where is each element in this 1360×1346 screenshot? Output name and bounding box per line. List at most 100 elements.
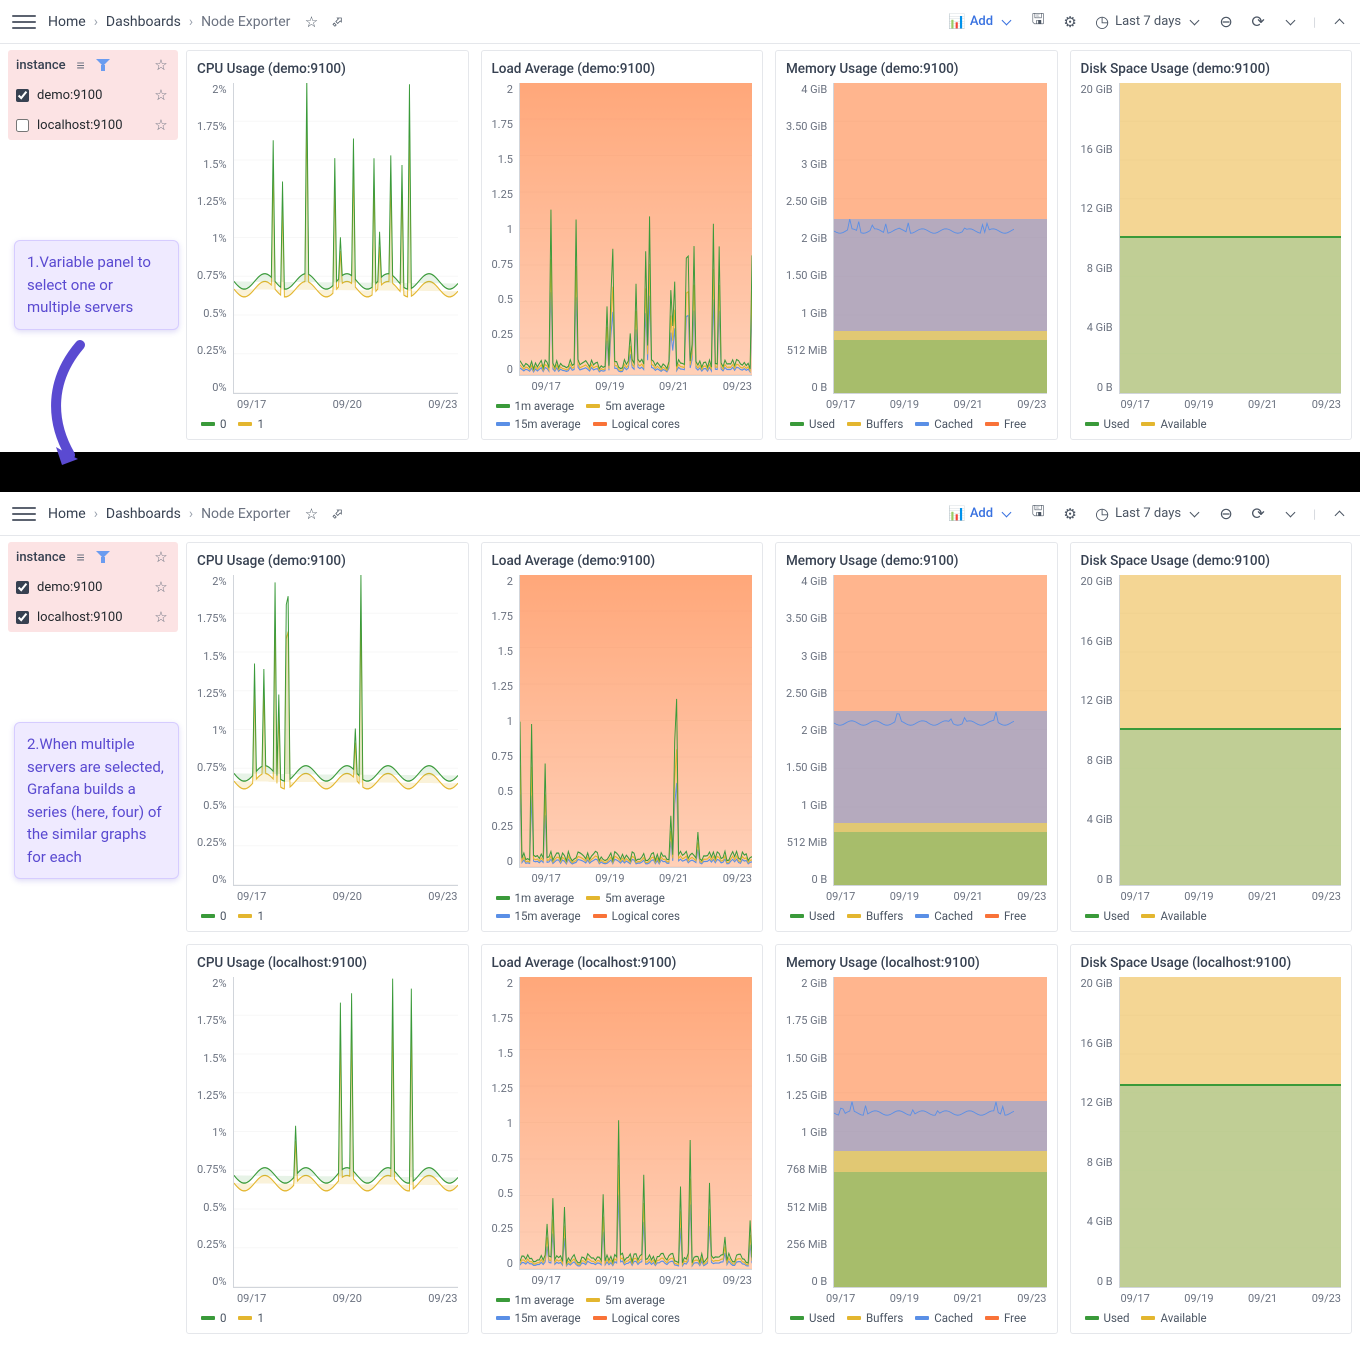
plot-area[interactable] — [833, 575, 1046, 886]
panel-disk[interactable]: Disk Space Usage (demo:9100) 20 GiB16 Gi… — [1070, 50, 1353, 440]
legend-item[interactable]: 1m average — [496, 891, 575, 905]
panel-mem[interactable]: Memory Usage (demo:9100) 4 GiB3.50 GiB3 … — [775, 542, 1058, 932]
legend-item[interactable]: Cached — [915, 1311, 973, 1325]
legend-item[interactable]: Used — [1085, 909, 1130, 923]
star-icon[interactable] — [152, 116, 170, 134]
panel-mem[interactable]: Memory Usage (demo:9100) 4 GiB3.50 GiB3 … — [775, 50, 1058, 440]
collapse-icon[interactable] — [1330, 505, 1348, 523]
breadcrumb-dashboards[interactable]: Dashboards — [106, 14, 181, 30]
plot-area[interactable] — [1119, 977, 1341, 1288]
legend-item[interactable]: Free — [985, 417, 1026, 431]
star-icon[interactable] — [302, 13, 320, 31]
legend-item[interactable]: 1 — [238, 1311, 263, 1325]
legend-item[interactable]: Used — [790, 1311, 835, 1325]
filter-icon[interactable] — [96, 551, 110, 563]
star-icon[interactable] — [152, 578, 170, 596]
legend-item[interactable]: Used — [790, 417, 835, 431]
save-icon[interactable] — [1029, 505, 1047, 523]
zoom-out-icon[interactable] — [1217, 505, 1235, 523]
legend-item[interactable]: 0 — [201, 1311, 226, 1325]
variable-checkbox[interactable] — [16, 611, 29, 624]
legend-item[interactable]: 5m average — [586, 1293, 665, 1307]
variable-option[interactable]: localhost:9100 — [8, 602, 178, 632]
legend-item[interactable]: Free — [985, 909, 1026, 923]
legend-item[interactable]: Buffers — [847, 909, 903, 923]
panel-load[interactable]: Load Average (demo:9100) 21.751.51.2510.… — [481, 50, 764, 440]
legend-item[interactable]: Logical cores — [593, 417, 680, 431]
variable-option[interactable]: demo:9100 — [8, 80, 178, 110]
plot-area[interactable] — [233, 575, 458, 886]
legend-item[interactable]: 1m average — [496, 399, 575, 413]
legend-item[interactable]: Used — [1085, 417, 1130, 431]
star-icon[interactable] — [152, 86, 170, 104]
breadcrumb-home[interactable]: Home — [48, 14, 86, 30]
legend-item[interactable]: Available — [1141, 417, 1206, 431]
variable-option[interactable]: demo:9100 — [8, 572, 178, 602]
time-range-button[interactable]: Last 7 days — [1093, 13, 1203, 31]
legend-item[interactable]: 1 — [238, 417, 263, 431]
menu-icon[interactable] — [12, 10, 36, 34]
legend-item[interactable]: 1m average — [496, 1293, 575, 1307]
add-button[interactable]: 📊 Add — [948, 13, 1015, 31]
legend-item[interactable]: Free — [985, 1311, 1026, 1325]
legend-item[interactable]: 15m average — [496, 1311, 581, 1325]
breadcrumb-dashboards[interactable]: Dashboards — [106, 506, 181, 522]
legend-item[interactable]: 15m average — [496, 417, 581, 431]
refresh-interval-chevron[interactable] — [1281, 505, 1299, 523]
panel-mem[interactable]: Memory Usage (localhost:9100) 2 GiB1.75 … — [775, 944, 1058, 1334]
share-icon[interactable] — [328, 13, 346, 31]
settings-icon[interactable] — [1061, 13, 1079, 31]
variable-checkbox[interactable] — [16, 581, 29, 594]
legend-item[interactable]: Available — [1141, 909, 1206, 923]
legend-item[interactable]: Buffers — [847, 1311, 903, 1325]
panel-disk[interactable]: Disk Space Usage (demo:9100) 20 GiB16 Gi… — [1070, 542, 1353, 932]
legend-item[interactable]: Used — [1085, 1311, 1130, 1325]
refresh-icon[interactable] — [1249, 505, 1267, 523]
add-button[interactable]: 📊 Add — [948, 505, 1015, 523]
collapse-icon[interactable] — [1330, 13, 1348, 31]
variable-option[interactable]: localhost:9100 — [8, 110, 178, 140]
star-icon[interactable] — [152, 548, 170, 566]
legend-item[interactable]: 15m average — [496, 909, 581, 923]
panel-cpu[interactable]: CPU Usage (demo:9100) 2%1.75%1.5%1.25%1%… — [186, 50, 469, 440]
panel-disk[interactable]: Disk Space Usage (localhost:9100) 20 GiB… — [1070, 944, 1353, 1334]
panel-load[interactable]: Load Average (localhost:9100) 21.751.51.… — [481, 944, 764, 1334]
legend-item[interactable]: Logical cores — [593, 909, 680, 923]
settings-icon[interactable] — [1061, 505, 1079, 523]
plot-area[interactable] — [519, 977, 752, 1270]
variable-checkbox[interactable] — [16, 89, 29, 102]
list-icon[interactable] — [72, 56, 90, 74]
plot-area[interactable] — [519, 83, 752, 376]
plot-area[interactable] — [833, 83, 1046, 394]
star-icon[interactable] — [152, 608, 170, 626]
legend-item[interactable]: Cached — [915, 909, 973, 923]
legend-item[interactable]: Cached — [915, 417, 973, 431]
refresh-interval-chevron[interactable] — [1281, 13, 1299, 31]
plot-area[interactable] — [519, 575, 752, 868]
legend-item[interactable]: Logical cores — [593, 1311, 680, 1325]
plot-area[interactable] — [833, 977, 1046, 1288]
plot-area[interactable] — [1119, 575, 1341, 886]
legend-item[interactable]: 1 — [238, 909, 263, 923]
filter-icon[interactable] — [96, 59, 110, 71]
legend-item[interactable]: Buffers — [847, 417, 903, 431]
save-icon[interactable] — [1029, 13, 1047, 31]
star-icon[interactable] — [152, 56, 170, 74]
legend-item[interactable]: Available — [1141, 1311, 1206, 1325]
breadcrumb-home[interactable]: Home — [48, 506, 86, 522]
star-icon[interactable] — [302, 505, 320, 523]
zoom-out-icon[interactable] — [1217, 13, 1235, 31]
plot-area[interactable] — [233, 977, 458, 1288]
panel-load[interactable]: Load Average (demo:9100) 21.751.51.2510.… — [481, 542, 764, 932]
plot-area[interactable] — [233, 83, 458, 394]
legend-item[interactable]: Used — [790, 909, 835, 923]
variable-checkbox[interactable] — [16, 119, 29, 132]
time-range-button[interactable]: Last 7 days — [1093, 505, 1203, 523]
legend-item[interactable]: 5m average — [586, 891, 665, 905]
panel-cpu[interactable]: CPU Usage (demo:9100) 2%1.75%1.5%1.25%1%… — [186, 542, 469, 932]
legend-item[interactable]: 0 — [201, 909, 226, 923]
legend-item[interactable]: 0 — [201, 417, 226, 431]
menu-icon[interactable] — [12, 502, 36, 526]
share-icon[interactable] — [328, 505, 346, 523]
panel-cpu[interactable]: CPU Usage (localhost:9100) 2%1.75%1.5%1.… — [186, 944, 469, 1334]
